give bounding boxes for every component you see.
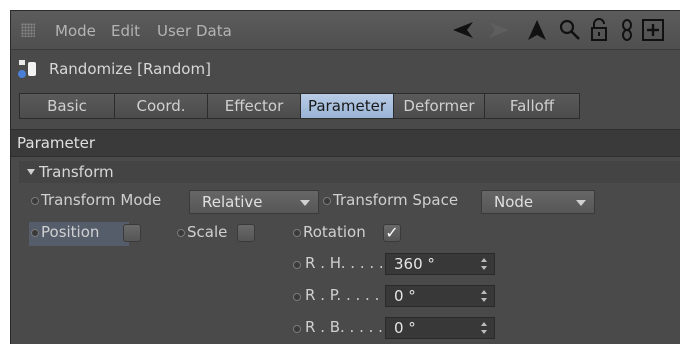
tab-deformer[interactable]: Deformer bbox=[393, 93, 485, 119]
scale-label: Scale bbox=[187, 223, 228, 241]
section-header: Parameter bbox=[11, 129, 680, 157]
spinner-icon[interactable] bbox=[480, 321, 488, 335]
tab-falloff[interactable]: Falloff bbox=[484, 93, 580, 119]
object-header: Randomize [Random] bbox=[11, 50, 680, 88]
menu-bar: Mode Edit User Data bbox=[11, 11, 680, 50]
spinner-icon[interactable] bbox=[480, 257, 488, 271]
menu-edit[interactable]: Edit bbox=[111, 22, 140, 40]
tab-coord[interactable]: Coord. bbox=[114, 93, 208, 119]
transform-mode-value: Relative bbox=[202, 193, 263, 211]
group-transform[interactable]: Transform bbox=[19, 161, 680, 183]
rb-label: R . B. . . . . bbox=[305, 318, 383, 336]
section-title: Parameter bbox=[17, 134, 96, 152]
transform-space-value: Node bbox=[494, 193, 534, 211]
rb-value: 0 ° bbox=[394, 319, 416, 337]
transform-space-label: Transform Space bbox=[333, 191, 459, 209]
lock-icon[interactable] bbox=[587, 18, 611, 42]
position-label: Position bbox=[41, 223, 100, 241]
animation-dot-icon[interactable] bbox=[31, 229, 39, 237]
tab-basic[interactable]: Basic bbox=[19, 93, 115, 119]
chevron-down-icon bbox=[576, 200, 586, 206]
chevron-down-icon bbox=[300, 200, 310, 206]
tab-parameter[interactable]: Parameter bbox=[300, 93, 394, 119]
animation-dot-icon[interactable] bbox=[31, 197, 39, 205]
randomize-effector-icon bbox=[18, 60, 36, 78]
menu-user-data[interactable]: User Data bbox=[157, 22, 232, 40]
arrow-left-icon[interactable] bbox=[451, 18, 475, 42]
rotation-checkbox[interactable]: ✓ bbox=[383, 224, 401, 242]
rp-label: R . P. . . . . bbox=[305, 286, 380, 304]
menu-mode[interactable]: Mode bbox=[55, 22, 96, 40]
rh-value: 360 ° bbox=[394, 255, 435, 273]
group-title: Transform bbox=[39, 163, 114, 181]
scale-checkbox[interactable] bbox=[237, 224, 255, 242]
attribute-manager-panel: Mode Edit User Data Randomize [Random] B… bbox=[10, 10, 680, 344]
collapse-triangle-icon[interactable] bbox=[27, 169, 35, 175]
animation-dot-icon[interactable] bbox=[293, 229, 301, 237]
transform-space-dropdown[interactable]: Node bbox=[481, 190, 595, 214]
grip-icon[interactable] bbox=[21, 23, 35, 37]
spinner-icon[interactable] bbox=[480, 289, 488, 303]
animation-dot-icon[interactable] bbox=[293, 325, 301, 333]
position-checkbox[interactable] bbox=[123, 224, 141, 242]
search-icon[interactable] bbox=[558, 18, 582, 42]
arrow-right-icon[interactable] bbox=[487, 18, 511, 42]
rh-field[interactable]: 360 ° bbox=[385, 253, 495, 275]
tab-bar: Basic Coord. Effector Parameter Deformer… bbox=[19, 93, 580, 119]
animation-dot-icon[interactable] bbox=[293, 293, 301, 301]
object-title: Randomize [Random] bbox=[49, 60, 211, 78]
rh-label: R . H. . . . . bbox=[305, 254, 384, 272]
animation-dot-icon[interactable] bbox=[293, 261, 301, 269]
rb-field[interactable]: 0 ° bbox=[385, 317, 495, 339]
link-icon[interactable] bbox=[615, 18, 639, 42]
animation-dot-icon[interactable] bbox=[323, 197, 331, 205]
transform-mode-label: Transform Mode bbox=[41, 191, 162, 209]
arrow-up-icon[interactable] bbox=[525, 18, 549, 42]
rp-value: 0 ° bbox=[394, 287, 416, 305]
add-panel-icon[interactable] bbox=[641, 18, 665, 42]
tab-effector[interactable]: Effector bbox=[207, 93, 301, 119]
transform-mode-dropdown[interactable]: Relative bbox=[189, 190, 319, 214]
rotation-label: Rotation bbox=[303, 223, 366, 241]
animation-dot-icon[interactable] bbox=[177, 229, 185, 237]
rp-field[interactable]: 0 ° bbox=[385, 285, 495, 307]
